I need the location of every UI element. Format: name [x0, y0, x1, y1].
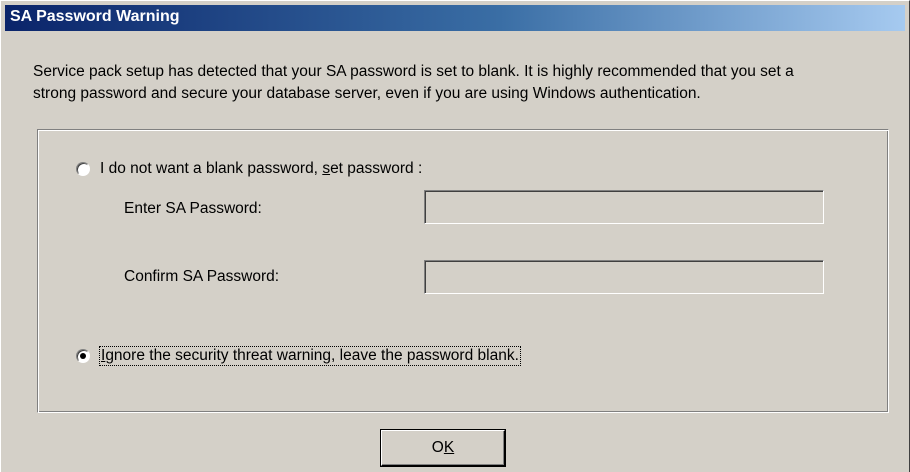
set-password-option[interactable]: I do not want a blank password, set pass…: [76, 160, 422, 178]
set-password-radio[interactable]: [76, 162, 90, 176]
ignore-warning-option[interactable]: Ignore the security threat warning, leav…: [76, 346, 521, 366]
ok-button[interactable]: OK: [381, 430, 505, 466]
ok-button-label: OK: [431, 439, 455, 456]
password-options-group: I do not want a blank password, set pass…: [37, 129, 889, 413]
warning-message-line-1: Service pack setup has detected that you…: [33, 63, 794, 80]
radio-selected-dot: [80, 353, 86, 359]
enter-sa-password-label: Enter SA Password:: [124, 200, 262, 217]
set-password-label: I do not want a blank password, set pass…: [100, 160, 423, 177]
warning-message: Service pack setup has detected that you…: [33, 61, 893, 105]
confirm-sa-password-label: Confirm SA Password:: [124, 268, 280, 285]
enter-sa-password-field[interactable]: [424, 190, 824, 224]
ignore-warning-radio[interactable]: [76, 349, 90, 363]
window-title: SA Password Warning: [10, 8, 180, 25]
title-bar[interactable]: SA Password Warning: [5, 5, 905, 31]
ignore-warning-label: Ignore the security threat warning, leav…: [99, 346, 521, 366]
confirm-sa-password-field[interactable]: [424, 260, 824, 294]
sa-password-warning-dialog: SA Password Warning Service pack setup h…: [0, 0, 910, 472]
warning-message-line-2: strong password and secure your database…: [33, 85, 701, 102]
